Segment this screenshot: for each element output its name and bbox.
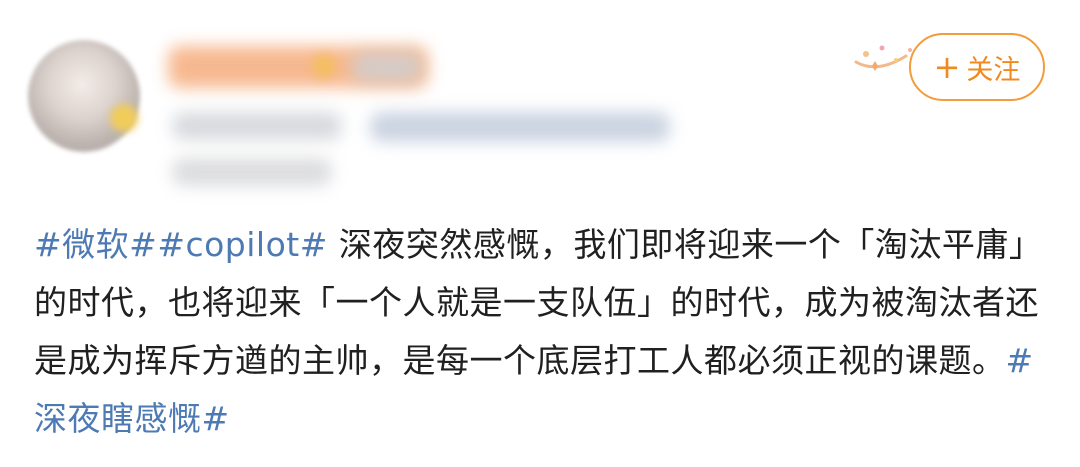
post-header: + 关注 <box>0 0 1080 200</box>
topic-link-copilot[interactable]: #copilot# <box>157 225 328 264</box>
follow-label: 关注 <box>966 54 1021 86</box>
post-time-blurred <box>172 112 342 140</box>
topic-link-weiruan[interactable]: #微软# <box>34 225 157 264</box>
post-meta-blurred <box>172 158 332 186</box>
verified-badge-blurred <box>312 54 336 78</box>
post-content: #微软##copilot# 深夜突然感慨，我们即将迎来一个「淘汰平庸」的时代，也… <box>34 216 1049 448</box>
user-tag-blurred <box>352 52 422 82</box>
avatar-badge <box>110 104 138 132</box>
follow-button[interactable]: + 关注 <box>909 33 1045 101</box>
post-source-blurred[interactable] <box>370 112 670 142</box>
avatar[interactable] <box>28 40 140 152</box>
plus-icon: + <box>933 48 961 86</box>
